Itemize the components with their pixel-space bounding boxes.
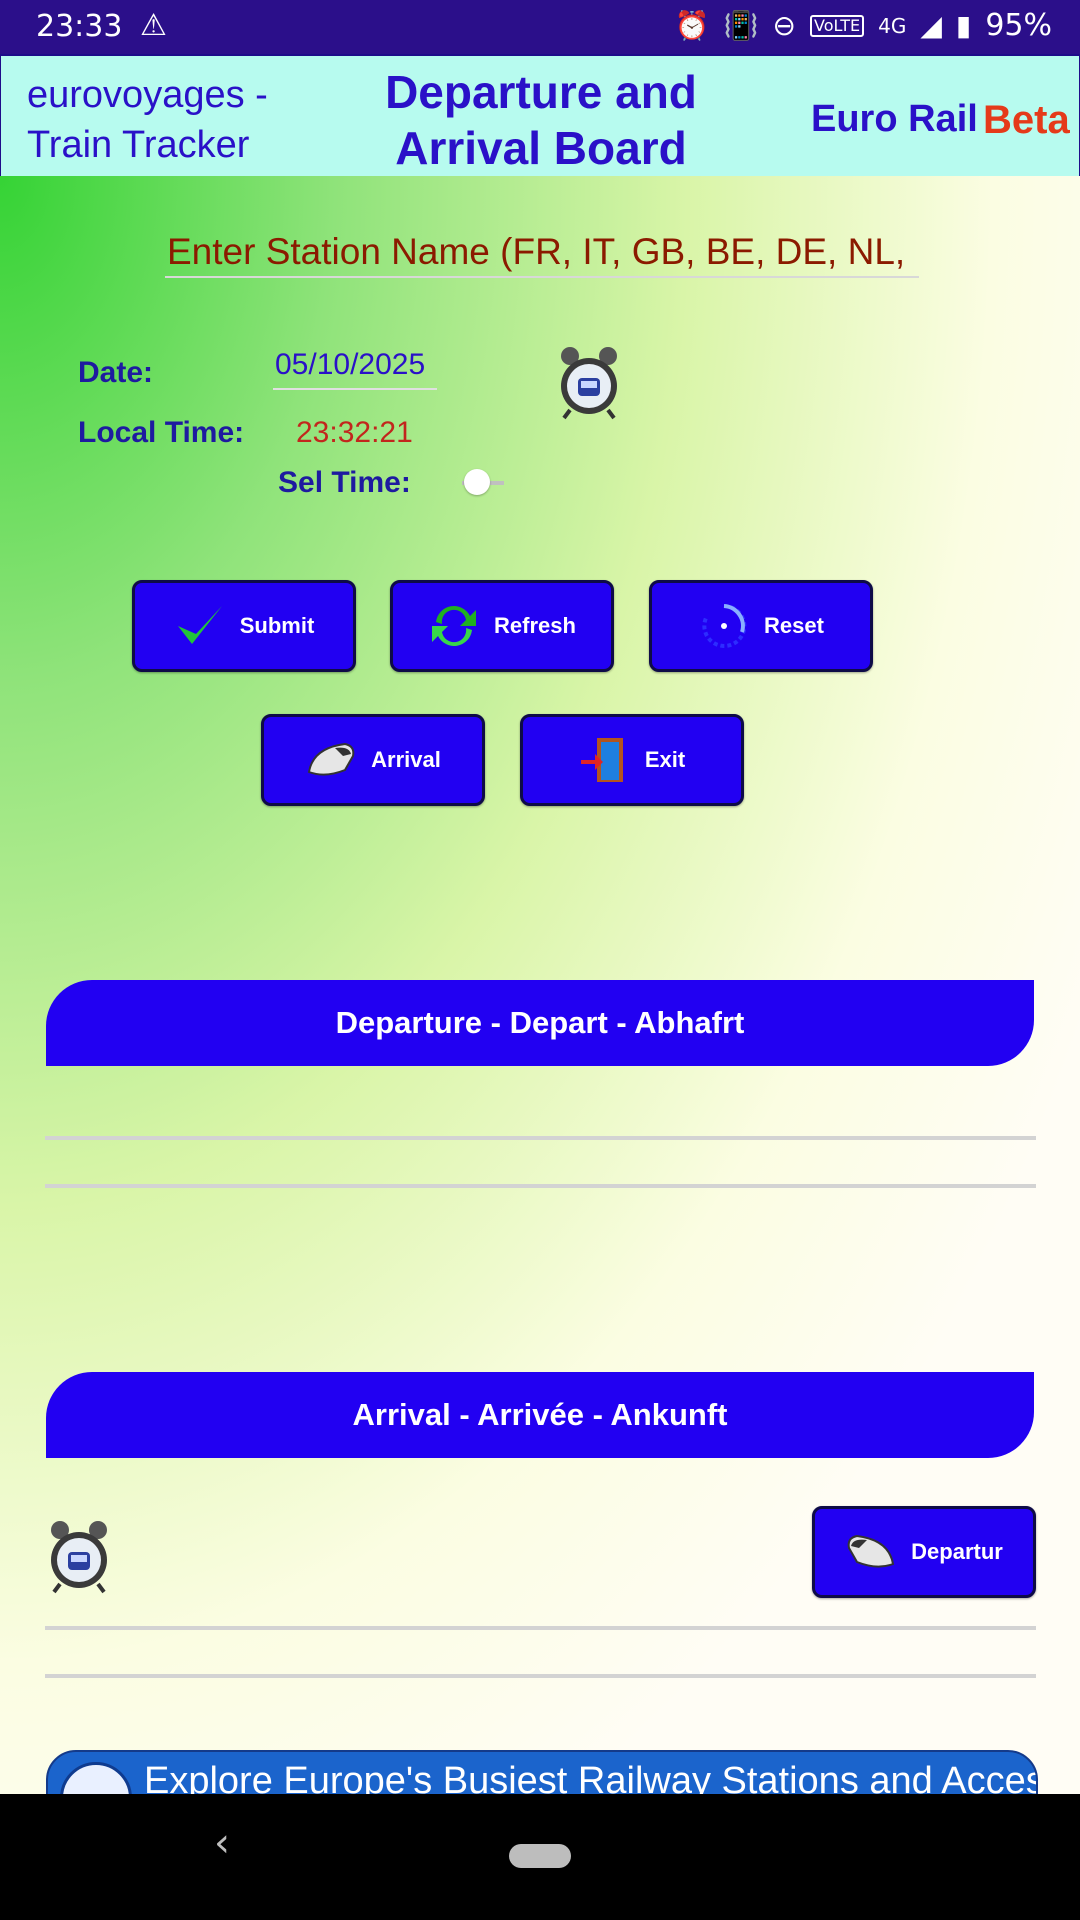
signal-icon: ◢	[920, 9, 942, 42]
refresh-label: Refresh	[494, 613, 576, 638]
departure-button[interactable]: Departur	[812, 1506, 1036, 1598]
local-time-label: Local Time:	[78, 416, 245, 449]
arrival-section-header: Arrival - Arrivée - Ankunft	[46, 1372, 1034, 1458]
dnd-icon: ⊖	[772, 9, 797, 42]
station-search-input[interactable]	[165, 228, 919, 278]
reset-icon	[698, 600, 750, 652]
exit-label: Exit	[644, 747, 686, 772]
submit-label: Submit	[239, 613, 315, 638]
divider	[45, 1136, 1036, 1140]
status-icons: ⏰ 📳 ⊖ VoLTE 4G ◢ ▮ 95%	[675, 8, 1052, 43]
system-nav-bar: ‹	[0, 1794, 1080, 1920]
main-content: Date: Local Time: 23:32:21 Sel Time: Sub…	[0, 176, 1080, 1794]
local-time-value: 23:32:21	[296, 416, 413, 449]
time-slider-thumb[interactable]	[464, 469, 490, 495]
brand-name: eurovoyages - Train Tracker	[27, 74, 268, 166]
warning-icon: ⚠	[140, 8, 167, 43]
status-time: 23:33	[36, 9, 123, 44]
divider	[45, 1184, 1036, 1188]
exit-button[interactable]: Exit	[520, 714, 744, 806]
date-field[interactable]	[273, 342, 437, 390]
divider	[45, 1626, 1036, 1630]
arrival-label: Arrival	[371, 747, 441, 772]
clock-icon	[60, 1762, 132, 1794]
departure-section-header: Departure - Depart - Abhafrt	[46, 980, 1034, 1066]
date-label: Date:	[78, 356, 154, 389]
vibrate-icon: 📳	[723, 9, 759, 42]
app-header: eurovoyages - Train Tracker Departure an…	[0, 54, 1080, 178]
exit-door-icon	[579, 734, 631, 786]
divider	[45, 1674, 1036, 1678]
beta-badge: Beta	[983, 98, 1070, 142]
back-icon[interactable]: ‹	[214, 1820, 230, 1866]
departure-label: Departur	[911, 1539, 1003, 1564]
alarm-clock-icon[interactable]	[556, 344, 622, 425]
alarm-icon: ⏰	[674, 9, 710, 42]
checkmark-icon	[174, 600, 226, 652]
alarm-clock-icon[interactable]	[46, 1518, 112, 1599]
battery-icon: ▮	[955, 9, 972, 42]
euro-rail-label: Euro Rail	[811, 98, 978, 140]
battery-percent: 95%	[985, 8, 1052, 43]
train-icon	[305, 734, 357, 786]
sel-time-label: Sel Time:	[278, 466, 411, 499]
arrival-button[interactable]: Arrival	[261, 714, 485, 806]
submit-button[interactable]: Submit	[132, 580, 356, 672]
network-type: 4G	[878, 13, 907, 38]
banner-text: Explore Europe's Busiest Railway Station…	[144, 1760, 1038, 1794]
refresh-icon	[428, 600, 480, 652]
train-icon	[845, 1526, 897, 1578]
volte-icon: VoLTE	[810, 14, 865, 37]
reset-button[interactable]: Reset	[649, 580, 873, 672]
reset-label: Reset	[764, 613, 824, 638]
home-pill[interactable]	[509, 1844, 571, 1868]
page-title: Departure and Arrival Board	[385, 66, 697, 174]
refresh-button[interactable]: Refresh	[390, 580, 614, 672]
explore-stations-banner[interactable]: Explore Europe's Busiest Railway Station…	[46, 1750, 1038, 1794]
status-bar: 23:33 ⚠ ⏰ 📳 ⊖ VoLTE 4G ◢ ▮ 95%	[0, 0, 1080, 54]
